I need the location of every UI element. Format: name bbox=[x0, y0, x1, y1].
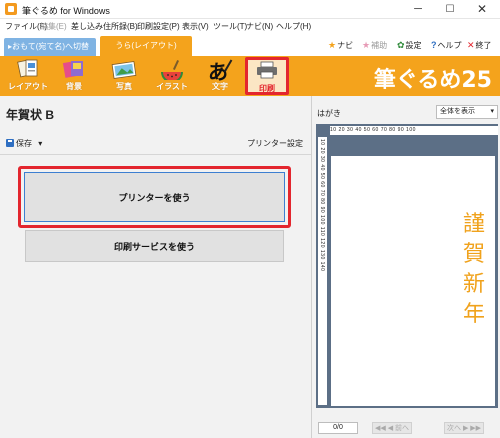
tab-switch-front[interactable]: ▸おもて(宛て名)へ切替 bbox=[4, 38, 96, 56]
hojo-button[interactable]: ★補助 bbox=[362, 40, 387, 51]
menu-navi[interactable]: ナビ(N) bbox=[246, 21, 273, 32]
save-label: 保存 bbox=[16, 139, 32, 148]
page-counter: 0/0 bbox=[318, 422, 358, 434]
hojo-icon: ★ bbox=[362, 40, 371, 50]
divider bbox=[0, 154, 311, 155]
toolbar-background-button[interactable]: 背景 bbox=[53, 58, 95, 94]
settings-button[interactable]: ✿設定 bbox=[397, 40, 422, 51]
photo-icon bbox=[109, 58, 139, 80]
tab-row: ▸おもて(宛て名)へ切替 うら(レイアウト) ★ナビ ★補助 ✿設定 ?ヘルプ … bbox=[0, 34, 500, 56]
toolbar-text-button[interactable]: あ 文字 bbox=[199, 58, 241, 94]
menu-edit[interactable]: 編集(E) bbox=[40, 21, 67, 32]
help-label: ヘルプ bbox=[437, 41, 462, 50]
menu-help[interactable]: ヘルプ(H) bbox=[276, 21, 311, 32]
save-dropdown-icon: ▾ bbox=[38, 139, 43, 148]
ruler-top: 10 20 30 40 50 60 70 80 90 100 bbox=[330, 126, 498, 135]
exit-button[interactable]: ✕終了 bbox=[467, 40, 492, 51]
use-print-service-button[interactable]: 印刷サービスを使う bbox=[25, 230, 284, 262]
toolbar-illustration-button[interactable]: イラスト bbox=[151, 58, 193, 94]
navi-icon: ★ bbox=[328, 40, 337, 50]
ruler-left-labels: 10 20 30 40 50 60 70 80 90 100 110 120 1… bbox=[319, 139, 325, 272]
print-panel: 年賀状 B 保存 ▾ プリンター設定 プリンターを使う 印刷サービスを使う bbox=[0, 96, 311, 438]
toolbar-layout-label: レイアウト bbox=[8, 82, 48, 91]
chevron-down-icon: ▾ bbox=[490, 108, 494, 115]
menu-view[interactable]: 表示(V) bbox=[182, 21, 209, 32]
toolbar-print-label: 印刷 bbox=[259, 84, 275, 93]
ruler-top-labels: 10 20 30 40 50 60 70 80 90 100 bbox=[330, 127, 416, 133]
preview-panel: はがき 全体を表示 ▾ 10 20 30 40 50 60 70 80 90 1… bbox=[311, 96, 500, 438]
save-button[interactable]: 保存 ▾ bbox=[6, 138, 42, 149]
greeting-text: 謹 賀 新 年 bbox=[463, 210, 485, 330]
view-mode-select[interactable]: 全体を表示 ▾ bbox=[436, 105, 498, 119]
prev-page-button[interactable]: ◀◀ ◀ 前へ bbox=[372, 422, 413, 434]
app-icon bbox=[5, 3, 17, 15]
hojo-label: 補助 bbox=[371, 41, 388, 50]
ruler-left: 10 20 30 40 50 60 70 80 90 100 110 120 1… bbox=[318, 137, 327, 405]
help-icon: ? bbox=[431, 40, 437, 50]
maximize-button[interactable]: ☐ bbox=[435, 0, 465, 19]
toolbar-layout-button[interactable]: レイアウト bbox=[7, 58, 49, 94]
toolbar-photo-label: 写真 bbox=[116, 82, 132, 91]
gear-icon: ✿ bbox=[397, 40, 405, 50]
menu-tools[interactable]: ツール(T) bbox=[213, 21, 247, 32]
text-icon: あ bbox=[205, 58, 235, 84]
use-printer-highlight: プリンターを使う bbox=[18, 166, 291, 228]
postcard-preview[interactable]: 謹 賀 新 年 bbox=[330, 155, 496, 407]
toolbar-background-label: 背景 bbox=[66, 82, 82, 91]
settings-label: 設定 bbox=[405, 41, 422, 50]
navi-label: ナビ bbox=[337, 41, 354, 50]
toolbar-print-button[interactable]: 印刷 bbox=[245, 57, 289, 95]
brand-logo: 筆ぐるめ25 bbox=[373, 68, 492, 93]
menu-print-settings[interactable]: 印刷設定(P) bbox=[137, 21, 180, 32]
background-icon bbox=[59, 58, 89, 80]
navi-button[interactable]: ★ナビ bbox=[328, 40, 353, 51]
tab-back-layout[interactable]: うら(レイアウト) bbox=[100, 36, 192, 56]
greeting-char: 謹 bbox=[463, 212, 486, 237]
view-mode-value: 全体を表示 bbox=[440, 108, 475, 115]
window-title: 筆ぐるめ for Windows bbox=[22, 6, 110, 16]
minimize-button[interactable]: ─ bbox=[403, 0, 433, 19]
menu-address-book[interactable]: 差し込み住所録(B) bbox=[71, 21, 138, 32]
paper-type-label: はがき bbox=[317, 109, 341, 118]
title-bar: 筆ぐるめ for Windows ─ ☐ ✕ bbox=[0, 0, 500, 19]
illustration-icon bbox=[157, 58, 187, 83]
document-title: 年賀状 B bbox=[6, 108, 55, 122]
menu-bar: ファイル(F) 編集(E) 差し込み住所録(B) 印刷設定(P) 表示(V) ツ… bbox=[0, 19, 500, 34]
greeting-char: 新 bbox=[463, 272, 486, 297]
printer-settings-link[interactable]: プリンター設定 bbox=[247, 138, 303, 149]
toolbar-photo-button[interactable]: 写真 bbox=[103, 58, 145, 94]
use-printer-button[interactable]: プリンターを使う bbox=[24, 172, 285, 222]
close-button[interactable]: ✕ bbox=[467, 0, 497, 19]
exit-icon: ✕ bbox=[467, 40, 475, 50]
greeting-char: 賀 bbox=[463, 242, 486, 267]
preview-area: 10 20 30 40 50 60 70 80 90 100 10 20 30 … bbox=[316, 124, 498, 408]
page-status-bar: 0/0 ◀◀ ◀ 前へ 次へ ▶ ▶▶ bbox=[316, 421, 498, 435]
greeting-char: 年 bbox=[463, 302, 486, 327]
main-toolbar: レイアウト 背景 写真 イラスト あ 文字 印刷 筆ぐるめ25 bbox=[0, 56, 500, 96]
layout-icon bbox=[13, 58, 43, 80]
next-page-button[interactable]: 次へ ▶ ▶▶ bbox=[444, 422, 485, 434]
toolbar-illustration-label: イラスト bbox=[156, 82, 188, 91]
print-icon bbox=[252, 60, 282, 82]
floppy-disk-icon bbox=[6, 139, 14, 147]
help-button[interactable]: ?ヘルプ bbox=[431, 40, 462, 51]
exit-label: 終了 bbox=[475, 41, 492, 50]
